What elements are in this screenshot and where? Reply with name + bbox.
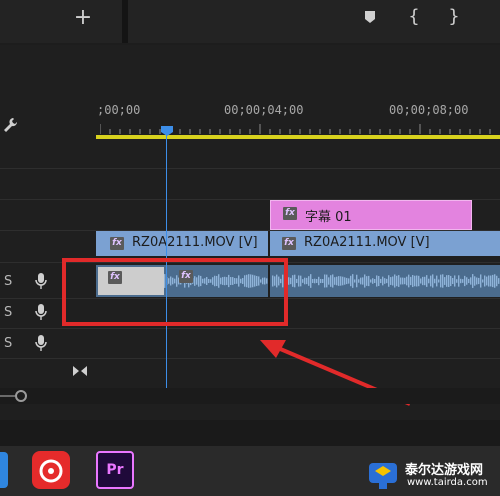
microphone-icon[interactable] xyxy=(35,303,47,321)
work-area-bar[interactable] xyxy=(96,135,500,139)
audio-clip[interactable] xyxy=(270,265,500,297)
site-watermark: 泰尔达游戏网 www.tairda.com xyxy=(365,455,500,496)
video-clip-label: RZ0A2111.MOV [V] xyxy=(132,235,258,250)
watermark-logo-icon xyxy=(369,463,397,489)
track-targeting-panel xyxy=(0,0,122,43)
caption-clip-label: 字幕 01 xyxy=(305,210,352,225)
mark-in-button[interactable]: { xyxy=(406,4,422,30)
fx-badge: fx xyxy=(283,207,297,220)
watermark-title: 泰尔达游戏网 xyxy=(405,463,484,478)
audio-waveform xyxy=(272,274,500,288)
scrollbar-handle[interactable] xyxy=(15,390,27,402)
video-clip[interactable]: fx RZ0A2111.MOV [V] xyxy=(96,231,268,256)
taskbar-app-icon[interactable] xyxy=(0,452,8,488)
video-clip[interactable]: fx RZ0A2111.MOV [V] xyxy=(270,231,500,256)
audio-track-solo-label[interactable]: S xyxy=(4,336,12,351)
annotation-highlight-box xyxy=(62,258,288,326)
zoom-scrollbar[interactable] xyxy=(0,388,500,404)
panel-footer xyxy=(0,420,500,446)
mark-out-button[interactable]: } xyxy=(446,4,462,30)
fx-badge: fx xyxy=(110,237,124,250)
add-button[interactable]: + xyxy=(72,4,94,32)
video-clip-label: RZ0A2111.MOV [V] xyxy=(304,235,430,250)
microphone-icon[interactable] xyxy=(35,334,47,352)
playhead-handle[interactable] xyxy=(161,121,173,136)
audio-track-solo-label[interactable]: S xyxy=(4,274,12,289)
marker-icon[interactable] xyxy=(362,8,378,26)
audio-track-solo-label[interactable]: S xyxy=(4,305,12,320)
fx-badge: fx xyxy=(282,237,296,250)
ruler-timecode: 00;00;08;00 xyxy=(389,103,469,117)
scrollbar-track xyxy=(0,395,15,397)
track-divider xyxy=(0,168,500,169)
netease-music-icon[interactable] xyxy=(32,451,70,489)
master-track-icon[interactable] xyxy=(72,362,88,376)
ruler-timecode: 00;00;04;00 xyxy=(224,103,304,117)
ruler-timecode: ;00;00 xyxy=(97,103,141,117)
wrench-icon[interactable] xyxy=(2,116,18,134)
premiere-pro-icon[interactable]: Pr xyxy=(96,451,134,489)
timeline-toolbar xyxy=(128,0,500,43)
watermark-url: www.tairda.com xyxy=(407,477,488,488)
track-divider xyxy=(0,328,500,329)
caption-clip[interactable]: fx 字幕 01 xyxy=(270,200,472,230)
microphone-icon[interactable] xyxy=(35,272,47,290)
ruler-ticks xyxy=(100,124,491,134)
